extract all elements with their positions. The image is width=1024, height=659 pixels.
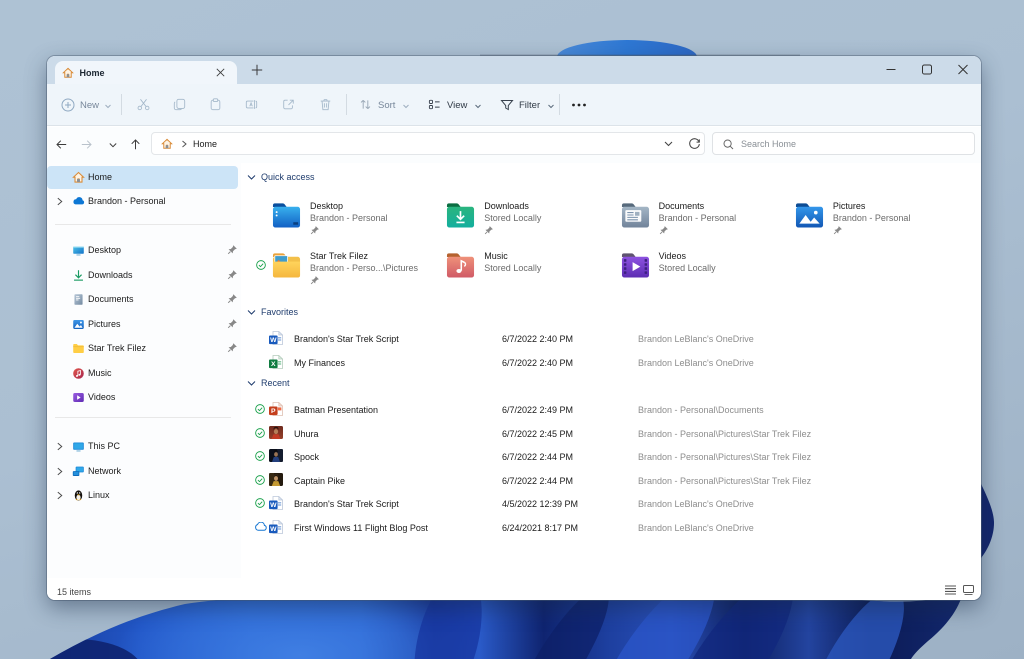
- svg-text:W: W: [270, 526, 277, 533]
- svg-text:X: X: [271, 361, 276, 368]
- svg-text:W: W: [270, 502, 277, 509]
- svg-text:P: P: [271, 408, 276, 415]
- svg-text:W: W: [270, 337, 277, 344]
